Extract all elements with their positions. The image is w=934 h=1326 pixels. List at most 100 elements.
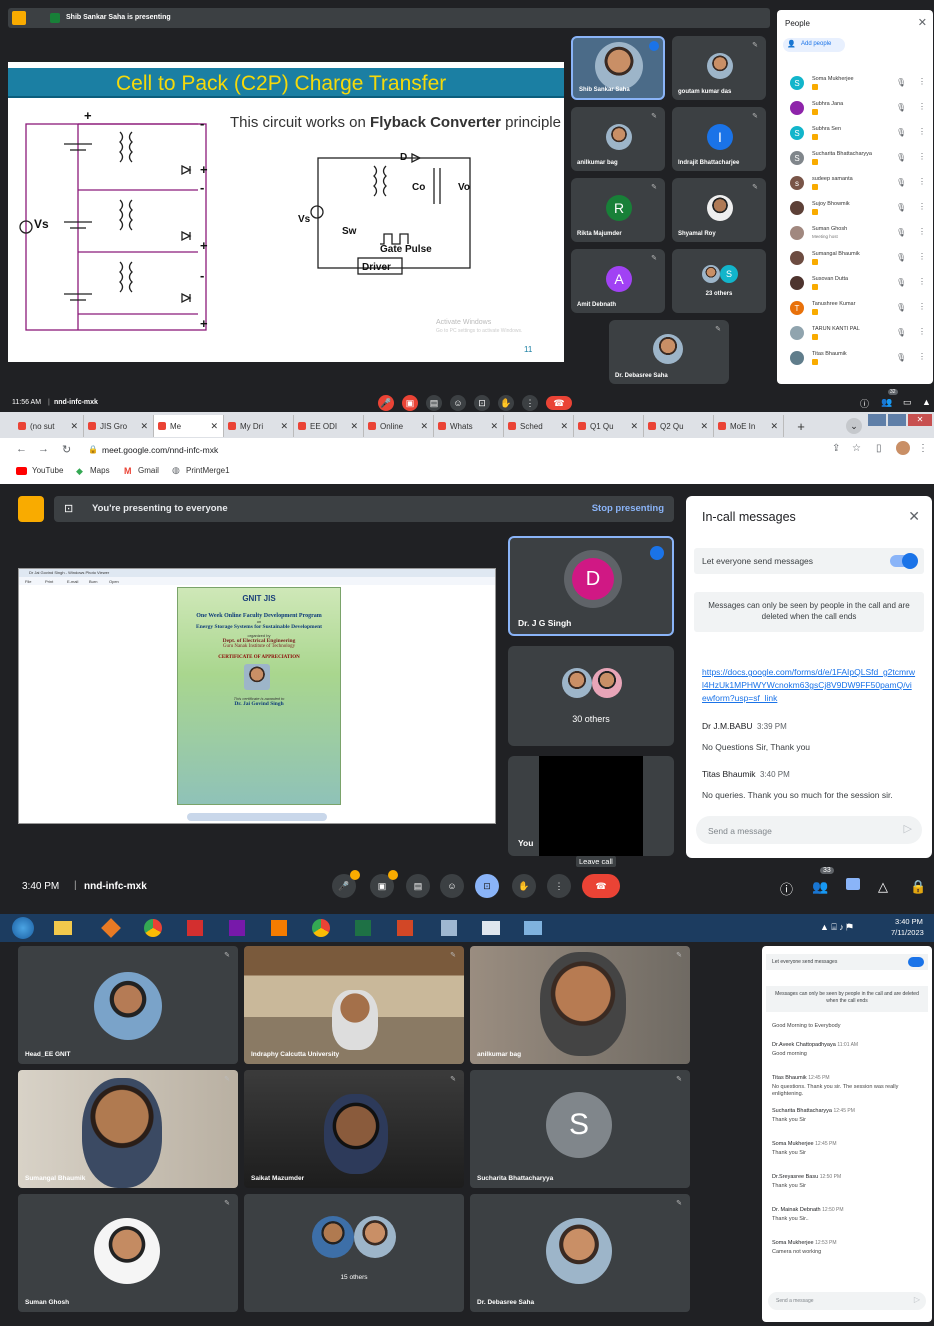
share-icon[interactable]: ⇪ [832, 443, 840, 454]
people-list-item[interactable]: s sudeep samanta 🎙 ⋮ [786, 172, 932, 196]
pin-icon[interactable]: ✎ [224, 1199, 230, 1207]
new-tab-button[interactable]: + [790, 415, 812, 437]
pin-icon[interactable]: ✎ [752, 112, 758, 120]
browser-tab[interactable]: (no sut ✕ [14, 415, 84, 437]
bookmark-youtube[interactable]: YouTube [32, 466, 63, 475]
mic-muted-icon[interactable]: 🎙 [896, 178, 906, 187]
more-icon[interactable]: ⋮ [918, 227, 926, 236]
tile-shib-sankar-saha[interactable]: Shib Sankar Saha [571, 36, 665, 100]
stop-presenting-button[interactable]: Stop presenting [592, 503, 664, 514]
more-icon[interactable]: ⋮ [918, 302, 926, 311]
send-icon[interactable]: ▷ [914, 1295, 920, 1304]
taskbar-tool[interactable] [436, 917, 462, 939]
mic-muted-icon[interactable]: 🎙 [896, 328, 906, 337]
emoji-button[interactable]: ☺ [440, 874, 464, 898]
taskbar-media[interactable] [266, 917, 292, 939]
people-list-item[interactable]: Titas Bhaumik 🎙 ⋮ [786, 347, 932, 371]
bookmark-maps[interactable]: Maps [90, 466, 110, 475]
viewer-menu-burn[interactable]: Burn [89, 579, 97, 584]
browser-tab[interactable]: Whats ✕ [434, 415, 504, 437]
close-window-button[interactable]: ✕ [908, 414, 932, 426]
more-icon[interactable]: ⋮ [918, 202, 926, 211]
start-button[interactable] [12, 917, 34, 939]
tile-suman-ghosh[interactable]: ✎ Suman Ghosh [18, 1194, 238, 1312]
taskbar-explorer[interactable] [50, 917, 76, 939]
taskbar-excel[interactable] [350, 917, 376, 939]
tray-icons[interactable]: ▲ ⌸ ♪ ⚑ [820, 922, 853, 933]
tile-others-15[interactable]: 15 others [244, 1194, 464, 1312]
tab-close-icon[interactable]: ✕ [140, 421, 148, 432]
more-options-button[interactable]: ⋮ [547, 874, 571, 898]
tile-sucharita-bhattacharyya[interactable]: ✎ S Sucharita Bhattacharyya [470, 1070, 690, 1188]
pin-icon[interactable]: ✎ [676, 951, 682, 959]
people-list-item[interactable]: Suman Ghosh Meeting host 🎙 ⋮ [786, 222, 932, 246]
bookmark-gmail[interactable]: Gmail [138, 466, 159, 475]
tab-close-icon[interactable]: ✕ [560, 421, 568, 432]
tile-dr-debasree-saha[interactable]: ✎ Dr. Debasree Saha [609, 320, 729, 384]
mic-off-button[interactable]: 🎤 [378, 395, 394, 411]
tab-close-icon[interactable]: ✕ [770, 421, 778, 432]
people-list-item[interactable]: Sumangal Bhaumik 🎙 ⋮ [786, 247, 932, 271]
pin-icon[interactable]: ✎ [450, 951, 456, 959]
present-button[interactable]: ⊡ [475, 874, 499, 898]
pin-icon[interactable]: ✎ [715, 325, 721, 333]
pin-icon[interactable]: ✎ [651, 112, 657, 120]
tab-search-icon[interactable]: ⌄ [846, 418, 862, 434]
viewer-controls[interactable] [187, 813, 327, 821]
taskbar-monitor[interactable] [520, 917, 546, 939]
captions-button[interactable]: ▤ [426, 395, 442, 411]
taskbar-chrome-2[interactable] [308, 917, 334, 939]
emoji-button[interactable]: ☺ [450, 395, 466, 411]
tile-indrajit-bhattacharjee[interactable]: ✎ I Indrajit Bhattacharjee [672, 107, 766, 171]
people-list-item[interactable]: TARUN KANTI PAL 🎙 ⋮ [786, 322, 932, 346]
pin-icon[interactable]: ✎ [450, 1075, 456, 1083]
pin-icon[interactable]: ✎ [224, 951, 230, 959]
leave-call-button[interactable]: ☎ [582, 874, 620, 898]
info-icon[interactable]: ⓘ [780, 879, 793, 898]
mic-muted-icon[interactable]: 🎙 [896, 153, 906, 162]
tile-anilkumar-bag[interactable]: ✎ anilkumar bag [571, 107, 665, 171]
people-list-item[interactable]: S Subhra Sen 🎙 ⋮ [786, 122, 932, 146]
people-list-item[interactable]: S Sucharita Bhattacharyya 🎙 ⋮ [786, 147, 932, 171]
menu-icon[interactable]: ⋮ [918, 443, 928, 454]
pin-icon[interactable]: ✎ [676, 1199, 682, 1207]
tile-shyamal-roy[interactable]: ✎ Shyamal Roy [672, 178, 766, 242]
tile-rikta-majumder[interactable]: ✎ R Rikta Majumder [571, 178, 665, 242]
profile-avatar[interactable] [896, 441, 910, 455]
people-icon[interactable]: 👥 [812, 879, 828, 895]
activities-icon[interactable]: △ [878, 879, 888, 895]
add-people-button[interactable]: 👤 Add people [783, 38, 845, 52]
more-icon[interactable]: ⋮ [918, 252, 926, 261]
browser-tab[interactable]: Me ✕ [154, 415, 224, 437]
browser-tab[interactable]: Q2 Qu ✕ [644, 415, 714, 437]
message-input[interactable]: Send a message ▷ [768, 1292, 926, 1310]
send-icon[interactable]: ▷ [904, 822, 912, 835]
browser-tab[interactable]: MoE In ✕ [714, 415, 784, 437]
chat-icon[interactable]: ▭ [903, 397, 912, 408]
taskbar-acrobat[interactable] [182, 917, 208, 939]
host-controls-icon[interactable]: 🔒 [910, 879, 926, 895]
pin-icon[interactable]: ✎ [651, 183, 657, 191]
viewer-menu-print[interactable]: Print [45, 579, 53, 584]
bookmark-printmerge[interactable]: PrintMerge1 [186, 466, 230, 475]
mic-muted-icon[interactable]: 🎙 [896, 128, 906, 137]
pin-icon[interactable]: ✎ [651, 254, 657, 262]
form-link[interactable]: https://docs.google.com/forms/d/e/1FAIpQ… [702, 666, 916, 705]
more-icon[interactable]: ⋮ [918, 327, 926, 336]
tile-indraphy-calcutta[interactable]: ✎ Indraphy Calcutta University [244, 946, 464, 1064]
maximize-button[interactable] [888, 414, 906, 426]
pin-icon[interactable]: ✎ [224, 1075, 230, 1083]
address-bar[interactable]: meet.google.com/nnd-infc-mxk [102, 445, 218, 455]
taskbar-matlab[interactable] [98, 917, 124, 939]
taskbar-window[interactable] [478, 917, 504, 939]
tile-sumangal-bhaumik[interactable]: ✎ Sumangal Bhaumik [18, 1070, 238, 1188]
close-chat-icon[interactable]: ✕ [908, 508, 920, 525]
leave-call-button[interactable]: ☎ [546, 396, 572, 410]
info-icon[interactable]: ⓘ [860, 397, 869, 410]
pin-icon[interactable]: ✎ [676, 1075, 682, 1083]
mic-muted-icon[interactable]: 🎙 [896, 353, 906, 362]
viewer-menu-email[interactable]: E-mail [67, 579, 78, 584]
raise-hand-button[interactable]: ✋ [498, 395, 514, 411]
people-list-item[interactable]: T Tanushree Kumar 🎙 ⋮ [786, 297, 932, 321]
tile-head-ee-gnit[interactable]: ✎ Head_EE GNIT [18, 946, 238, 1064]
